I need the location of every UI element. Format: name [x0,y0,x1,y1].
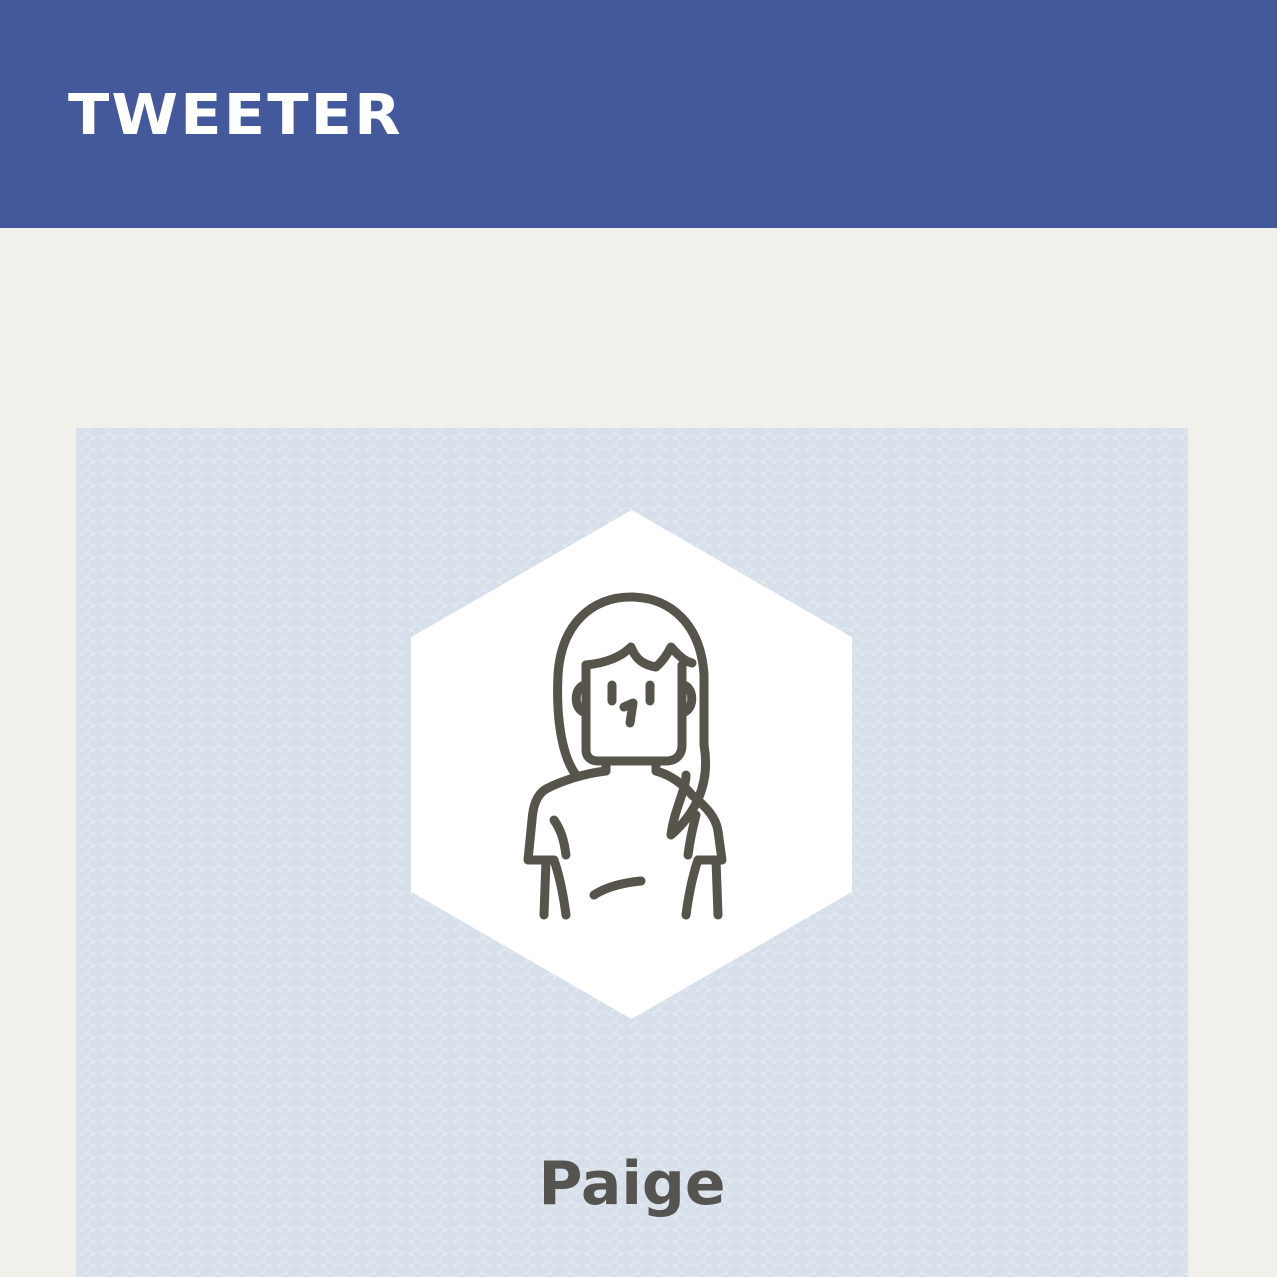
profile-card: Paige [76,428,1188,1277]
top-header: TWEETER [0,0,1277,228]
woman-avatar-icon [523,592,727,920]
brand-logo[interactable]: TWEETER [68,84,403,148]
profile-name: Paige [538,1149,726,1219]
avatar [411,510,852,1019]
